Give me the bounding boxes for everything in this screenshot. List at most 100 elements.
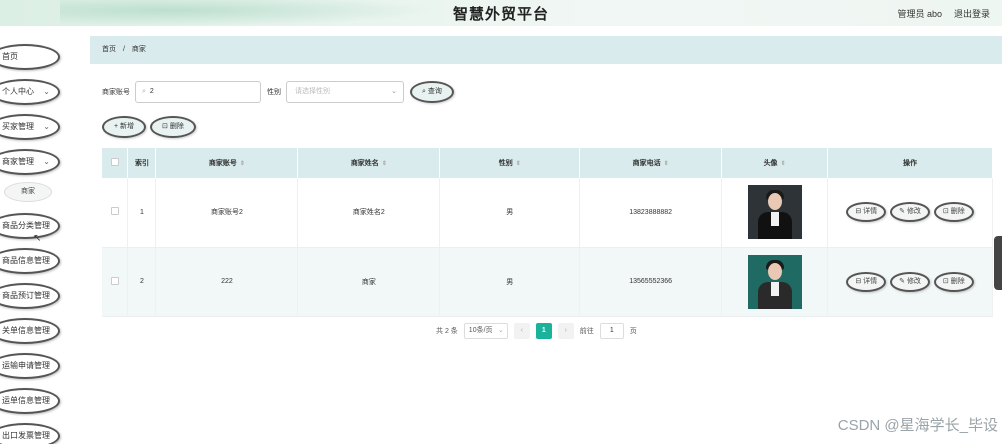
column-header-avatar[interactable]: 头像 ⇕: [721, 148, 829, 178]
detail-icon: ⊟: [855, 277, 864, 285]
table-row: 1 商家账号2 商家姓名2 男 13823888882 ⊟ 详情 ✎ 修改 ⊡ …: [102, 178, 993, 248]
edit-button[interactable]: ✎ 修改: [890, 271, 930, 292]
detail-button[interactable]: ⊟ 详情: [846, 271, 887, 292]
row-checkbox[interactable]: [110, 207, 119, 216]
cell-phone: 13565552366: [579, 247, 723, 317]
admin-label: 管理员 abo: [897, 9, 942, 19]
avatar[interactable]: [747, 254, 802, 309]
sidebar-item-label: 商品信息管理: [2, 256, 50, 265]
mouse-cursor-icon: ↖: [33, 233, 42, 244]
row-checkbox[interactable]: [110, 276, 119, 285]
sidebar-item-reservation-management[interactable]: 商品预订管理: [0, 283, 60, 309]
chevron-down-icon: ⌄: [391, 88, 397, 95]
detail-button[interactable]: ⊟ 详情: [846, 202, 887, 223]
page-size-select[interactable]: 10条/页 ⌄: [463, 323, 508, 339]
query-button-label: 查询: [427, 88, 442, 95]
column-header-actions: 操作: [827, 148, 993, 178]
query-button[interactable]: ⌕ 查询: [410, 81, 454, 103]
gender-label: 性别: [267, 89, 281, 96]
cell-account: 222: [155, 247, 299, 317]
sidebar-item-customs-management[interactable]: 关单信息管理: [0, 318, 60, 344]
sidebar-item-label: 运输申请管理: [2, 361, 50, 370]
row-select-cell: [102, 178, 129, 248]
breadcrumb-current: 商家: [131, 46, 146, 53]
sidebar-item-home[interactable]: 首页: [0, 44, 60, 70]
sidebar-item-transport-request[interactable]: 运输申请管理: [0, 353, 60, 379]
sidebar-item-label: 个人中心: [2, 87, 34, 96]
sidebar-item-category-management[interactable]: 商品分类管理: [0, 213, 60, 239]
sidebar-item-merchant-management[interactable]: 商家管理 ⌄: [0, 149, 60, 175]
search-icon: ⌕: [142, 88, 146, 95]
page-unit-label: 页: [629, 328, 637, 335]
sort-icon[interactable]: ⇕: [240, 161, 245, 167]
row-select-cell: [102, 247, 129, 317]
avatar-face: [767, 262, 782, 280]
chevron-down-icon: ⌄: [43, 87, 50, 96]
scrollbar-handle[interactable]: [994, 236, 1002, 290]
edit-icon: ✎: [899, 277, 907, 285]
trash-icon: ⊡: [942, 277, 951, 285]
pagination: 共 2 条 10条/页 ⌄ ‹ 1 › 前往 1 页: [436, 323, 637, 339]
detail-icon: ⊟: [855, 208, 864, 216]
column-header-account[interactable]: 商家账号 ⇕: [155, 148, 299, 178]
bulk-delete-button[interactable]: ⊡ 删除: [150, 116, 196, 138]
action-buttons: + 新增 ⊡ 删除: [102, 116, 196, 138]
avatar[interactable]: [747, 185, 802, 240]
goto-page-input[interactable]: 1: [599, 323, 624, 339]
sort-icon[interactable]: ⇕: [516, 161, 521, 167]
breadcrumb-home[interactable]: 首页: [102, 46, 116, 53]
add-button[interactable]: + 新增: [102, 116, 147, 138]
chevron-down-icon: ⌄: [43, 122, 50, 131]
logout-link[interactable]: 退出登录: [954, 7, 990, 20]
delete-button-label: 删除: [169, 123, 184, 130]
cell-name: 商家: [297, 247, 441, 317]
sort-icon[interactable]: ⇕: [781, 161, 786, 167]
gender-placeholder: 请选择性别: [295, 88, 330, 95]
select-all-cell: [102, 148, 129, 178]
top-header: 智慧外贸平台 管理员 abo 退出登录: [0, 0, 1002, 26]
sidebar-item-label: 商品分类管理: [2, 221, 50, 230]
sidebar-item-label: 首页: [2, 52, 18, 61]
select-all-checkbox[interactable]: [110, 158, 119, 166]
sidebar-item-waybill-management[interactable]: 运单信息管理: [0, 388, 60, 414]
sort-icon[interactable]: ⇕: [664, 161, 669, 167]
breadcrumb: 首页 / 商家: [90, 36, 1002, 64]
main-content: 首页 / 商家 商家账号 ⌕ 2 性别 请选择性别 ⌄ ⌕ 查询 + 新增 ⊡ …: [90, 36, 1002, 444]
sidebar-item-label: 出口发票管理: [2, 431, 50, 440]
merchant-table: 索引 商家账号 ⇕ 商家姓名 ⇕ 性别 ⇕ 商家电话 ⇕ 头像 ⇕ 操作 1 商家账号2 …: [102, 148, 993, 317]
sidebar-subitem-merchant[interactable]: 商家: [4, 182, 52, 202]
sort-icon[interactable]: ⇕: [382, 161, 387, 167]
chevron-down-icon: ⌄: [43, 157, 50, 166]
account-search-value: 2: [149, 88, 154, 95]
account-search-input[interactable]: ⌕ 2: [135, 81, 261, 103]
trash-icon: ⊡: [942, 208, 951, 216]
edit-icon: ✎: [899, 208, 907, 216]
delete-button[interactable]: ⊡ 删除: [933, 271, 974, 292]
sidebar-item-invoice-management[interactable]: 出口发票管理: [0, 423, 60, 444]
page-number-current[interactable]: 1: [535, 323, 552, 339]
cell-actions: ⊟ 详情 ✎ 修改 ⊡ 删除: [827, 178, 993, 248]
sidebar-item-buyer-management[interactable]: 买家管理 ⌄: [0, 114, 60, 140]
cell-index: 2: [127, 247, 157, 317]
sidebar-item-label: 运单信息管理: [2, 396, 50, 405]
column-header-index: 索引: [127, 148, 157, 178]
sidebar-item-product-management[interactable]: 商品信息管理: [0, 248, 60, 274]
column-header-gender[interactable]: 性别 ⇕: [439, 148, 581, 178]
next-page-button[interactable]: ›: [557, 323, 574, 339]
table-header-row: 索引 商家账号 ⇕ 商家姓名 ⇕ 性别 ⇕ 商家电话 ⇕ 头像 ⇕ 操作: [102, 148, 993, 178]
column-header-phone[interactable]: 商家电话 ⇕: [579, 148, 723, 178]
column-header-name[interactable]: 商家姓名 ⇕: [297, 148, 441, 178]
prev-page-button[interactable]: ‹: [513, 323, 530, 339]
avatar-shirt: [770, 281, 779, 296]
cell-gender: 男: [439, 178, 581, 248]
trash-icon: ⊡: [162, 123, 170, 130]
delete-button[interactable]: ⊡ 删除: [933, 202, 974, 223]
sidebar-item-personal-center[interactable]: 个人中心 ⌄: [0, 79, 60, 105]
cell-avatar: [721, 178, 829, 248]
sidebar-item-label: 关单信息管理: [2, 326, 50, 335]
cell-phone: 13823888882: [579, 178, 723, 248]
edit-button[interactable]: ✎ 修改: [890, 202, 930, 223]
pagination-total: 共 2 条: [436, 328, 458, 335]
goto-label: 前往: [579, 328, 594, 335]
gender-select[interactable]: 请选择性别 ⌄: [286, 81, 404, 103]
